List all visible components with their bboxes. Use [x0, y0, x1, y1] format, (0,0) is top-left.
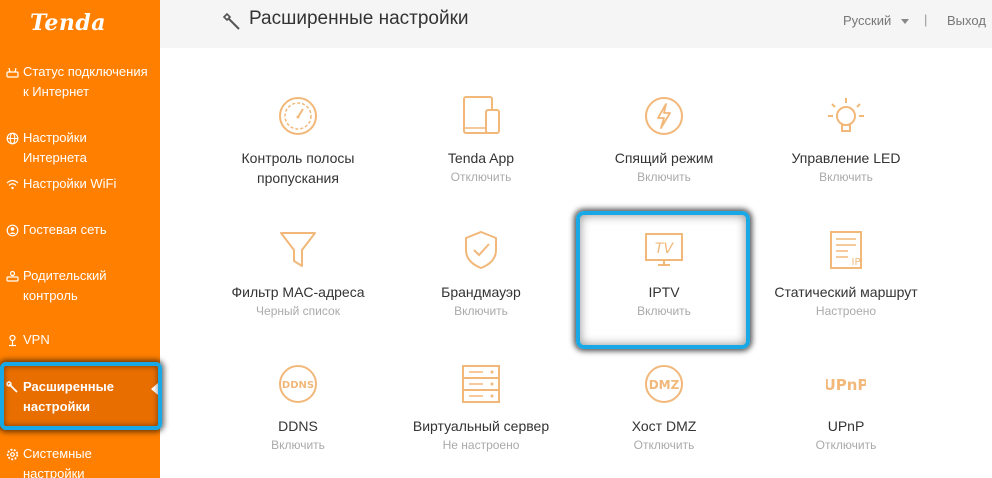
- shield-check-icon: [465, 230, 497, 270]
- tile-ddns[interactable]: DDNS DDNS Включить: [210, 364, 386, 478]
- wrench-icon: [6, 381, 18, 393]
- tile-status: Настроено: [815, 304, 877, 318]
- route-list-icon: IP: [830, 231, 862, 269]
- ddns-icon-text: DDNS: [282, 380, 314, 391]
- sidebar-item-vpn[interactable]: VPN: [0, 330, 160, 350]
- header: Расширенные настройки Русский | Выход: [160, 0, 992, 48]
- dmz-icon: DMZ: [645, 365, 683, 403]
- tile-status: Включить: [454, 304, 508, 318]
- tile-name: Статический маршрут: [774, 284, 918, 300]
- tile-sleep-mode[interactable]: Спящий режим Включить: [576, 96, 752, 216]
- tile-iptv[interactable]: TV IPTV Включить: [576, 230, 752, 350]
- sidebar-item-label: Статус подключения к Интернет: [23, 64, 148, 99]
- sidebar: Tenda Статус подключения к Интернет Наст…: [0, 0, 160, 478]
- active-caret-icon: [151, 383, 158, 395]
- chevron-down-icon[interactable]: [901, 19, 909, 24]
- tile-status: Включить: [819, 170, 873, 184]
- globe-icon: [6, 132, 19, 145]
- sidebar-item-label: Гостевая сеть: [23, 222, 107, 237]
- tile-name: Брандмауэр: [441, 284, 521, 300]
- tv-icon: TV: [645, 233, 683, 266]
- dmz-icon-text: DMZ: [649, 378, 680, 392]
- tv-icon-text: TV: [655, 241, 675, 257]
- tile-name: Виртуальный сервер: [412, 418, 550, 434]
- tile-led-control[interactable]: Управление LED Включить: [758, 96, 934, 216]
- sidebar-item-label: Системные настройки: [23, 446, 92, 478]
- tablet-phone-icon: [463, 96, 500, 134]
- sidebar-item-system-settings[interactable]: Системные настройки: [0, 444, 160, 478]
- tile-name: IPTV: [648, 284, 680, 300]
- sidebar-item-guest-network[interactable]: Гостевая сеть: [0, 220, 160, 240]
- tile-status: Не настроено: [442, 438, 520, 452]
- logout-link[interactable]: Выход: [947, 13, 986, 28]
- ddns-icon: DDNS: [279, 365, 317, 403]
- header-separator: |: [924, 12, 928, 27]
- wifi-icon: [6, 179, 19, 190]
- tile-status: Включить: [271, 438, 325, 452]
- sidebar-item-label: Настройки Интернета: [23, 130, 87, 165]
- tile-dmz-host[interactable]: DMZ Хост DMZ Отключить: [576, 364, 752, 478]
- sleep-lightning-icon: [645, 97, 683, 135]
- tile-static-route[interactable]: IP Статический маршрут Настроено: [758, 230, 934, 350]
- tile-status: Отключить: [815, 438, 877, 452]
- tile-name: Спящий режим: [614, 150, 714, 166]
- tile-status: Отключить: [450, 170, 512, 184]
- tile-bandwidth-control[interactable]: Контроль полосы пропускания: [210, 96, 386, 216]
- upnp-icon: UPnP: [826, 376, 866, 394]
- language-select[interactable]: Русский: [843, 13, 891, 28]
- sidebar-item-wifi-settings[interactable]: Настройки WiFi: [0, 174, 160, 194]
- tile-upnp[interactable]: UPnP UPnP Отключить: [758, 364, 934, 478]
- sidebar-item-connection-status[interactable]: Статус подключения к Интернет: [0, 62, 160, 102]
- ip-icon-text: IP: [852, 257, 861, 268]
- tile-name: Фильтр MAC-адреса: [231, 284, 365, 300]
- tile-name: Контроль полосы пропускания: [241, 150, 355, 186]
- sidebar-item-parental-control[interactable]: Родительский контроль: [0, 266, 160, 306]
- sidebar-item-label: Настройки WiFi: [23, 176, 117, 191]
- sidebar-item-internet-settings[interactable]: Настройки Интернета: [0, 128, 160, 168]
- tile-name: DDNS: [278, 418, 318, 434]
- tile-status: Черный список: [256, 304, 340, 318]
- wrench-icon: [222, 12, 240, 30]
- tile-mac-filter[interactable]: Фильтр MAC-адреса Черный список: [210, 230, 386, 350]
- speedometer-icon: [279, 97, 317, 135]
- guest-icon: [6, 224, 19, 237]
- tile-status: Отключить: [633, 438, 695, 452]
- sidebar-item-label: VPN: [23, 332, 50, 347]
- vpn-icon: [9, 334, 16, 347]
- parental-icon: [6, 270, 19, 282]
- led-bulb-icon: [828, 98, 864, 132]
- sidebar-item-label: Расширенные настройки: [23, 379, 114, 414]
- tile-name: Управление LED: [791, 150, 901, 166]
- tile-name: Хост DMZ: [631, 418, 697, 434]
- tile-status: Включить: [637, 304, 691, 318]
- tile-name: UPnP: [827, 418, 865, 434]
- funnel-icon: [280, 232, 316, 267]
- server-rack-icon: [462, 365, 500, 403]
- sidebar-item-advanced-settings[interactable]: Расширенные настройки: [0, 366, 160, 428]
- tile-status: Включить: [637, 170, 691, 184]
- tile-virtual-server[interactable]: Виртуальный сервер Не настроено: [393, 364, 569, 478]
- tile-firewall[interactable]: Брандмауэр Включить: [393, 230, 569, 350]
- tenda-logo: Tenda: [30, 10, 106, 36]
- gear-icon: [6, 448, 19, 461]
- upnp-icon-text: UPnP: [826, 376, 866, 394]
- tile-name: Tenda App: [447, 150, 515, 166]
- sidebar-item-label: Родительский контроль: [23, 268, 107, 303]
- tile-tenda-app[interactable]: Tenda App Отключить: [393, 96, 569, 216]
- router-icon: [6, 67, 19, 78]
- page-title: Расширенные настройки: [249, 8, 469, 29]
